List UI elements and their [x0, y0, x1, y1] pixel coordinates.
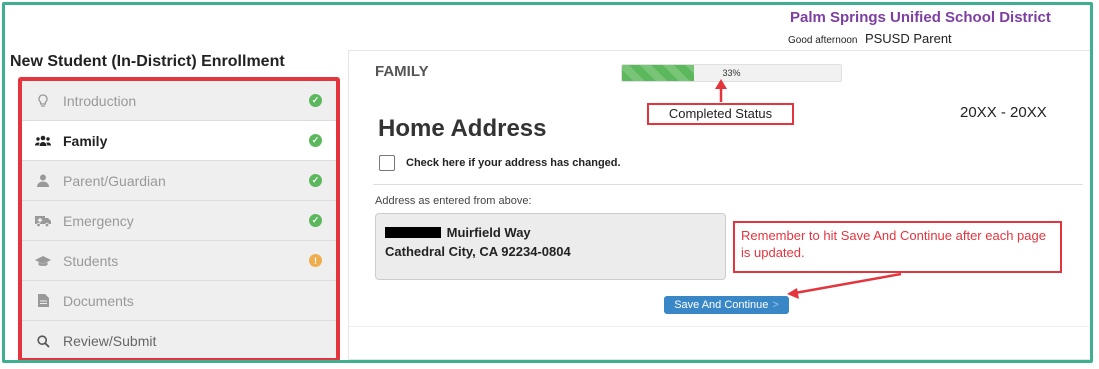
sidebar-item-introduction[interactable]: Introduction ✓ [22, 81, 336, 121]
sidebar-item-parent-guardian[interactable]: Parent/Guardian ✓ [22, 161, 336, 201]
divider [349, 326, 1090, 327]
user-icon [35, 173, 51, 189]
sidebar-item-family[interactable]: Family ✓ [22, 121, 336, 161]
check-circle-icon: ✓ [309, 214, 322, 227]
divider [373, 184, 1083, 185]
greeting-area: Good afternoon PSUSD Parent [788, 30, 952, 48]
section-heading: Home Address [378, 115, 547, 142]
sidebar-item-emergency[interactable]: Emergency ✓ [22, 201, 336, 241]
save-reminder-callout: Remember to hit Save And Continue after … [733, 221, 1062, 273]
warning-icon: ! [309, 254, 322, 267]
save-button-label: Save And Continue [674, 299, 769, 311]
sidebar-item-label: Parent/Guardian [63, 172, 166, 189]
check-circle-icon: ✓ [309, 134, 322, 147]
sidebar-item-label: Documents [63, 292, 134, 309]
address-changed-row[interactable]: Check here if your address has changed. [379, 155, 621, 171]
top-bar: Palm Springs Unified School District Goo… [5, 5, 1090, 48]
progress-bar: 33% [621, 64, 842, 82]
users-icon [35, 133, 51, 149]
lightbulb-icon [35, 93, 51, 109]
greeting-text: Good afternoon [788, 35, 858, 46]
sidebar-nav: Introduction ✓ Family ✓ Parent/Guardian … [18, 77, 340, 360]
file-icon [35, 293, 51, 309]
completed-status-callout: Completed Status [647, 103, 794, 125]
sidebar-item-label: Review/Submit [63, 333, 157, 349]
sidebar-item-label: Family [63, 132, 108, 149]
address-label: Address as entered from above: [375, 195, 532, 207]
sidebar-item-label: Students [63, 252, 119, 269]
progress-text: 33% [722, 68, 741, 78]
checkbox-label: Check here if your address has changed. [406, 157, 621, 169]
app-frame: Palm Springs Unified School District Goo… [2, 2, 1093, 363]
redaction-bar [385, 227, 441, 238]
chevron-right-icon: > [772, 299, 779, 311]
save-and-continue-button[interactable]: Save And Continue > [664, 296, 789, 314]
page-title: New Student (In-District) Enrollment [10, 53, 285, 70]
check-circle-icon: ✓ [309, 174, 322, 187]
school-year: 20XX - 20XX [960, 104, 1047, 121]
main-panel: FAMILY 33% 20XX - 20XX Home Address Chec… [348, 50, 1090, 360]
sidebar-item-students[interactable]: Students ! [22, 241, 336, 281]
graduation-cap-icon [35, 253, 51, 269]
ambulance-icon [35, 213, 51, 229]
address-line-1: Muirfield Way [385, 223, 725, 242]
user-name[interactable]: PSUSD Parent [865, 31, 952, 46]
search-icon [35, 333, 51, 349]
address-box: Muirfield Way Cathedral City, CA 92234-0… [375, 213, 726, 280]
sidebar-item-label: Emergency [63, 212, 134, 229]
section-label: FAMILY [375, 63, 429, 80]
district-name: Palm Springs Unified School District [790, 9, 1051, 26]
sidebar-item-documents[interactable]: Documents [22, 281, 336, 321]
sidebar-item-review-submit[interactable]: Review/Submit [22, 321, 336, 360]
check-circle-icon: ✓ [309, 94, 322, 107]
address-line-2: Cathedral City, CA 92234-0804 [385, 244, 571, 259]
address-changed-checkbox[interactable] [379, 155, 395, 171]
sidebar-item-label: Introduction [63, 92, 137, 109]
